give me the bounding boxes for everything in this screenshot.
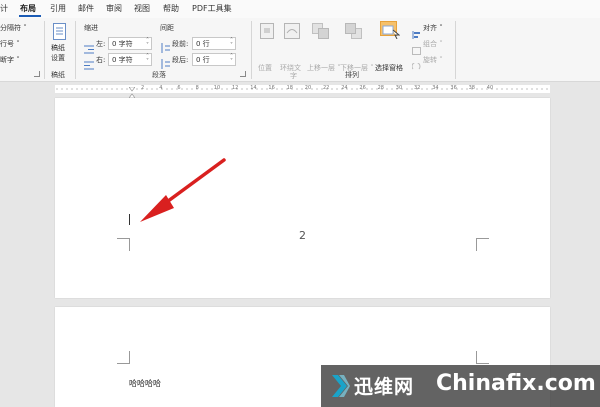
watermark-chinese-text: 迅维网 [354, 376, 415, 398]
watermark-english-text: Chinafix.com [436, 371, 596, 396]
watermark-logo-icon [332, 375, 350, 401]
watermark-banner: 迅维网 Chinafix.com [321, 365, 600, 407]
red-arrow-icon [140, 158, 226, 222]
